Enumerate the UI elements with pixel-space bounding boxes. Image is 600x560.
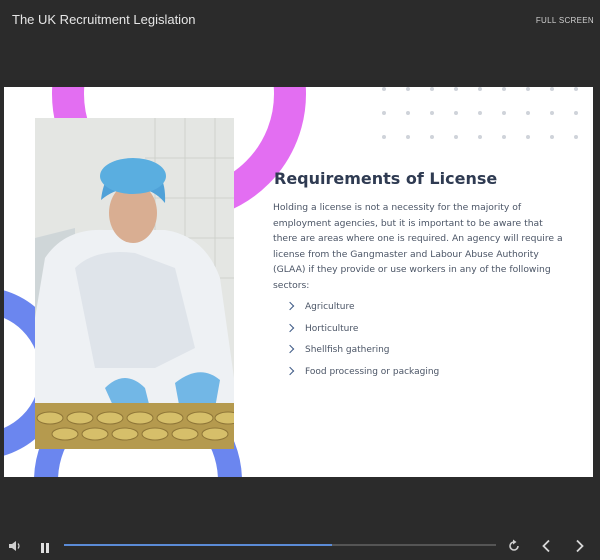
next-icon[interactable] [574, 538, 586, 557]
decorative-dot [574, 111, 578, 115]
list-item: Agriculture [285, 300, 439, 322]
decorative-dot [382, 87, 386, 91]
sector-list: Agriculture Horticulture Shellfish gathe… [285, 300, 439, 386]
list-item: Horticulture [285, 322, 439, 344]
progress-fill [64, 544, 332, 546]
chevron-right-icon [285, 323, 295, 332]
slide-body-text: Holding a license is not a necessity for… [273, 202, 563, 291]
chevron-right-icon [285, 344, 295, 354]
prev-icon[interactable] [540, 538, 552, 557]
top-bar: The UK Recruitment Legislation FULL SCRE… [0, 0, 600, 44]
decorative-dot [406, 111, 410, 115]
course-title: The UK Recruitment Legislation [12, 12, 196, 27]
progress-bar[interactable] [64, 544, 496, 546]
decorative-dot [454, 87, 458, 91]
decorative-dot [526, 111, 530, 115]
decorative-dot [526, 87, 530, 91]
list-item: Food processing or packaging [285, 365, 439, 387]
chevron-right-icon [285, 366, 295, 375]
worker-photo [35, 118, 234, 449]
decorative-dot [502, 111, 506, 115]
decorative-dot [502, 87, 506, 91]
decorative-dot [406, 87, 410, 91]
decorative-dot-grid [382, 87, 592, 145]
sector-label: Food processing or packaging [305, 366, 440, 377]
list-item: Shellfish gathering [285, 343, 439, 365]
decorative-dot [550, 87, 554, 91]
chevron-right-icon [285, 301, 295, 311]
decorative-dot [550, 111, 554, 115]
decorative-dot [574, 135, 578, 139]
decorative-dot [454, 135, 458, 139]
decorative-dot [526, 135, 530, 139]
decorative-dot [430, 87, 434, 91]
sector-label: Horticulture [305, 323, 359, 334]
sector-label: Agriculture [305, 302, 355, 312]
decorative-dot [478, 87, 482, 91]
volume-icon[interactable] [8, 538, 22, 557]
decorative-dot [382, 111, 386, 115]
sector-label: Shellfish gathering [305, 345, 390, 355]
decorative-dot [430, 135, 434, 139]
fullscreen-button[interactable]: FULL SCREEN [536, 16, 594, 25]
slide-canvas: Requirements of License Holding a licens… [4, 87, 593, 477]
decorative-dot [406, 135, 410, 139]
pause-icon[interactable] [40, 539, 50, 558]
decorative-dot [502, 135, 506, 139]
decorative-dot [382, 135, 386, 139]
decorative-dot [574, 87, 578, 91]
decorative-dot [478, 111, 482, 115]
slide-heading: Requirements of License [274, 169, 498, 188]
decorative-dot [478, 135, 482, 139]
replay-icon[interactable] [507, 538, 521, 557]
player-controls [0, 532, 600, 560]
decorative-dot [550, 135, 554, 139]
decorative-dot [430, 111, 434, 115]
decorative-dot [454, 111, 458, 115]
